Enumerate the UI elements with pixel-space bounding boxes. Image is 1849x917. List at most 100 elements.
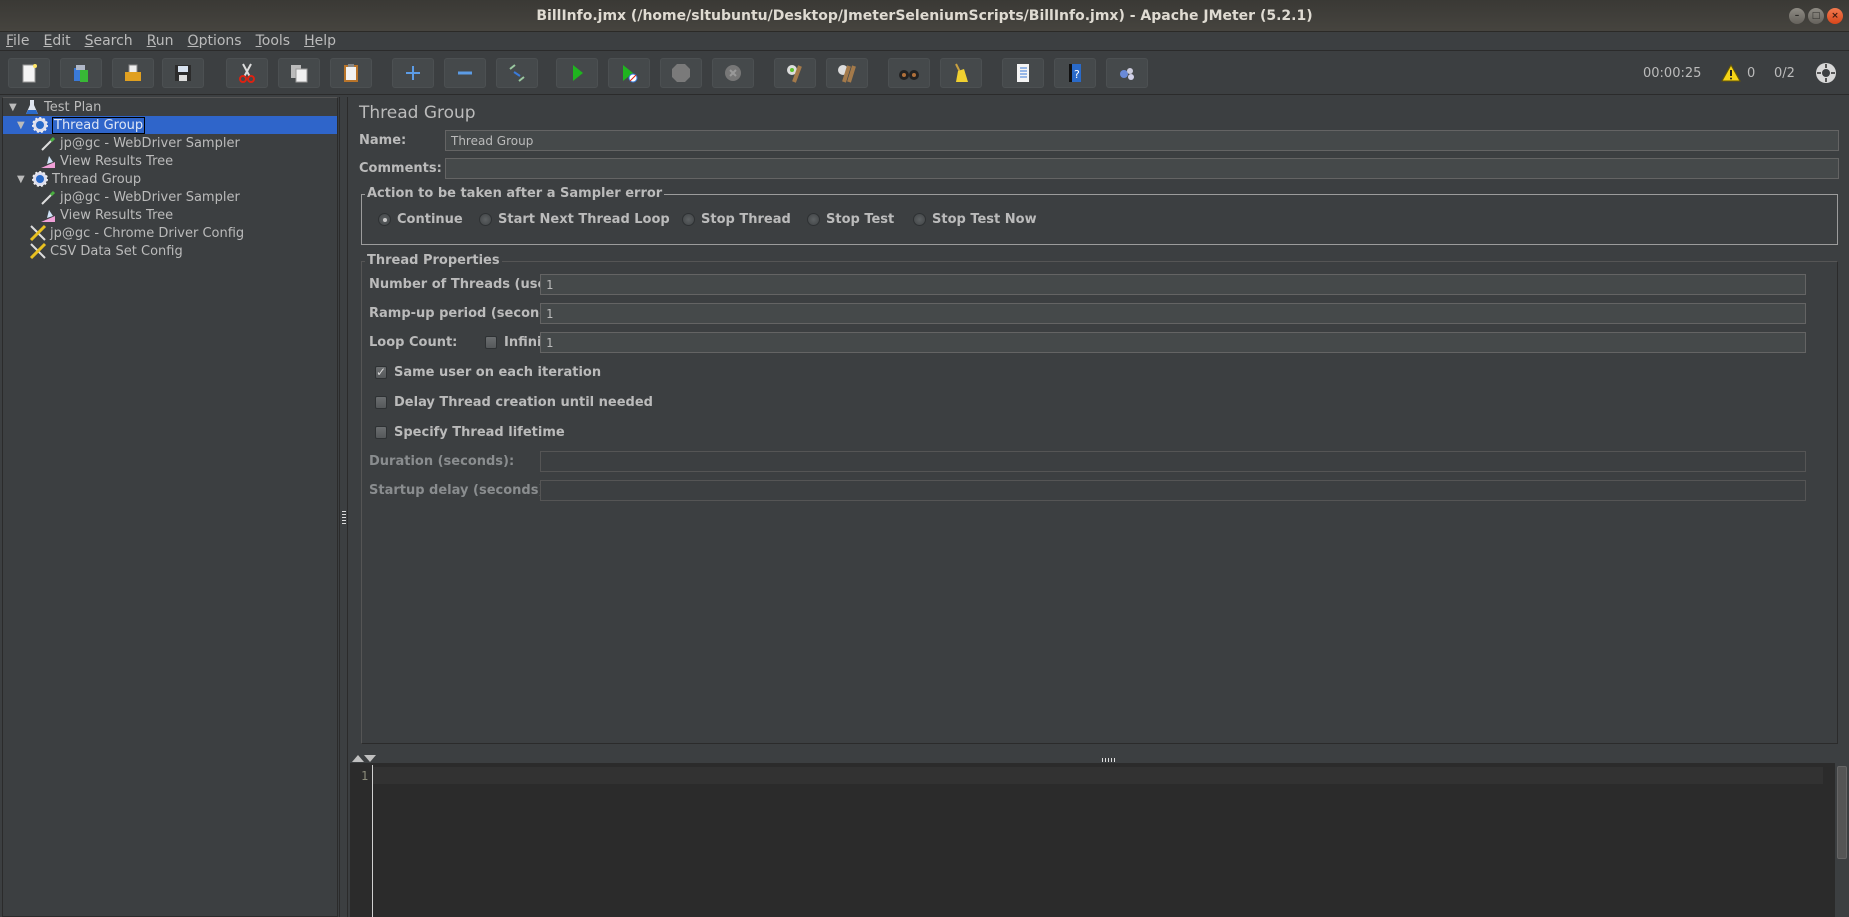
expand-button[interactable] xyxy=(392,58,434,88)
warning-icon[interactable] xyxy=(1721,63,1741,86)
remote-button[interactable] xyxy=(1106,58,1148,88)
checkbox-label: Specify Thread lifetime xyxy=(394,425,565,440)
radio-label: Stop Test xyxy=(826,212,895,227)
reset-search-button[interactable] xyxy=(940,58,982,88)
splitter-grip-icon[interactable] xyxy=(1102,758,1116,762)
expand-down-icon[interactable] xyxy=(364,755,376,762)
warning-count: 0 xyxy=(1747,66,1756,81)
clear-button[interactable] xyxy=(774,58,816,88)
tree-item-webdriver-sampler-1[interactable]: jp@gc - WebDriver Sampler xyxy=(39,134,240,152)
new-button[interactable] xyxy=(8,58,50,88)
tree-item-test-plan[interactable]: ▼ Test Plan xyxy=(9,98,101,116)
radio-stop-thread[interactable]: Stop Thread xyxy=(682,212,791,227)
radio-label: Stop Thread xyxy=(701,212,791,227)
collapse-button[interactable] xyxy=(444,58,486,88)
gutter-divider xyxy=(372,765,373,917)
paste-button[interactable] xyxy=(330,58,372,88)
menu-run[interactable]: Run xyxy=(140,32,181,50)
help-button[interactable]: ? xyxy=(1054,58,1096,88)
tree-item-label: Test Plan xyxy=(44,99,102,115)
menu-help[interactable]: Help xyxy=(297,32,343,50)
same-user-checkbox[interactable]: ✓ Same user on each iteration xyxy=(375,365,601,380)
radio-stop-test-now[interactable]: Stop Test Now xyxy=(913,212,1037,227)
cut-button[interactable] xyxy=(226,58,268,88)
duration-field[interactable] xyxy=(540,451,1806,472)
tree-item-label: View Results Tree xyxy=(60,153,174,169)
radio-start-next-thread-loop[interactable]: Start Next Thread Loop xyxy=(479,212,670,227)
minimize-icon: – xyxy=(1794,11,1800,21)
tree-item-webdriver-sampler-2[interactable]: jp@gc - WebDriver Sampler xyxy=(39,188,240,206)
expand-toggle-icon[interactable]: ▼ xyxy=(9,102,19,113)
expand-up-icon[interactable] xyxy=(352,755,364,762)
specify-thread-lifetime-checkbox[interactable]: Specify Thread lifetime xyxy=(375,425,565,440)
radio-stop-test[interactable]: Stop Test xyxy=(807,212,894,227)
start-button[interactable] xyxy=(556,58,598,88)
vertical-splitter[interactable] xyxy=(339,97,348,917)
radio-unselected-icon xyxy=(807,213,820,226)
plus-icon xyxy=(406,66,420,80)
tree-item-label: jp@gc - WebDriver Sampler xyxy=(60,135,240,151)
close-button[interactable]: × xyxy=(1827,8,1843,24)
tree-item-csv-data-set-config[interactable]: CSV Data Set Config xyxy=(29,242,183,260)
tree-item-thread-group-2[interactable]: ▼ Thread Group xyxy=(17,170,141,188)
radio-unselected-icon xyxy=(913,213,926,226)
menu-options[interactable]: Options xyxy=(181,32,249,50)
comments-field[interactable] xyxy=(445,158,1839,179)
num-threads-field[interactable]: 1 xyxy=(540,274,1806,295)
tree-item-thread-group-1[interactable]: ▼ Thread Group xyxy=(3,116,337,134)
minimize-button[interactable]: – xyxy=(1789,8,1805,24)
menu-tools[interactable]: Tools xyxy=(249,32,298,50)
tree-item-label: Thread Group xyxy=(52,116,146,134)
splitter-arrows xyxy=(352,755,376,762)
tree-item-label: View Results Tree xyxy=(60,207,174,223)
templates-button[interactable] xyxy=(60,58,102,88)
window-title: BillInfo.jmx (/home/sltubuntu/Desktop/Jm… xyxy=(536,8,1313,24)
menu-edit-mnemonic: E xyxy=(43,33,53,49)
startup-delay-field[interactable] xyxy=(540,480,1806,501)
function-list-icon xyxy=(1017,64,1029,82)
copy-button[interactable] xyxy=(278,58,320,88)
thread-properties-group: Thread Properties Number of Threads (use… xyxy=(361,253,1838,744)
ramp-up-field[interactable]: 1 xyxy=(540,303,1806,324)
tree-item-view-results-tree-1[interactable]: View Results Tree xyxy=(39,152,173,170)
menu-help-label: elp xyxy=(314,33,337,49)
stop-button[interactable] xyxy=(660,58,702,88)
search-button[interactable] xyxy=(888,58,930,88)
delay-thread-creation-checkbox[interactable]: Delay Thread creation until needed xyxy=(375,395,653,410)
pipette-icon xyxy=(39,134,57,152)
comments-label: Comments: xyxy=(359,161,442,176)
scissors-icon xyxy=(239,63,255,83)
splitter-grip-icon[interactable] xyxy=(342,511,346,525)
clear-all-button[interactable] xyxy=(826,58,868,88)
expand-toggle-icon[interactable]: ▼ xyxy=(17,174,27,185)
menu-search[interactable]: Search xyxy=(78,32,140,50)
menu-file[interactable]: File xyxy=(0,32,36,50)
start-no-pauses-button[interactable] xyxy=(608,58,650,88)
menu-bar: File Edit Search Run Options Tools Help xyxy=(0,32,1849,51)
shutdown-button[interactable] xyxy=(712,58,754,88)
remote-status-icon[interactable] xyxy=(1815,62,1837,88)
scrollbar-thumb[interactable] xyxy=(1837,766,1847,859)
expand-toggle-icon[interactable]: ▼ xyxy=(17,120,27,131)
log-scrollbar[interactable] xyxy=(1835,763,1849,917)
open-button[interactable] xyxy=(112,58,154,88)
tree-item-chrome-driver-config[interactable]: jp@gc - Chrome Driver Config xyxy=(29,224,244,242)
toggle-button[interactable] xyxy=(496,58,538,88)
radio-continue[interactable]: Continue xyxy=(378,212,463,227)
close-icon: × xyxy=(1831,11,1839,21)
remote-icon xyxy=(1120,68,1134,80)
menu-edit[interactable]: Edit xyxy=(36,32,77,50)
save-button[interactable] xyxy=(162,58,204,88)
radio-label: Continue xyxy=(397,212,463,227)
menu-tools-label: ools xyxy=(261,33,291,49)
config-tools-icon xyxy=(29,224,47,242)
menu-edit-label: dit xyxy=(52,33,71,49)
loop-count-field[interactable]: 1 xyxy=(540,332,1806,353)
function-helper-button[interactable] xyxy=(1002,58,1044,88)
log-panel[interactable]: 1 xyxy=(350,763,1849,917)
tree-item-view-results-tree-2[interactable]: View Results Tree xyxy=(39,206,173,224)
name-field[interactable]: Thread Group xyxy=(445,130,1839,151)
horizontal-splitter[interactable] xyxy=(350,747,1849,763)
maximize-button[interactable]: □ xyxy=(1808,8,1824,24)
menu-options-label: ptions xyxy=(198,33,242,49)
